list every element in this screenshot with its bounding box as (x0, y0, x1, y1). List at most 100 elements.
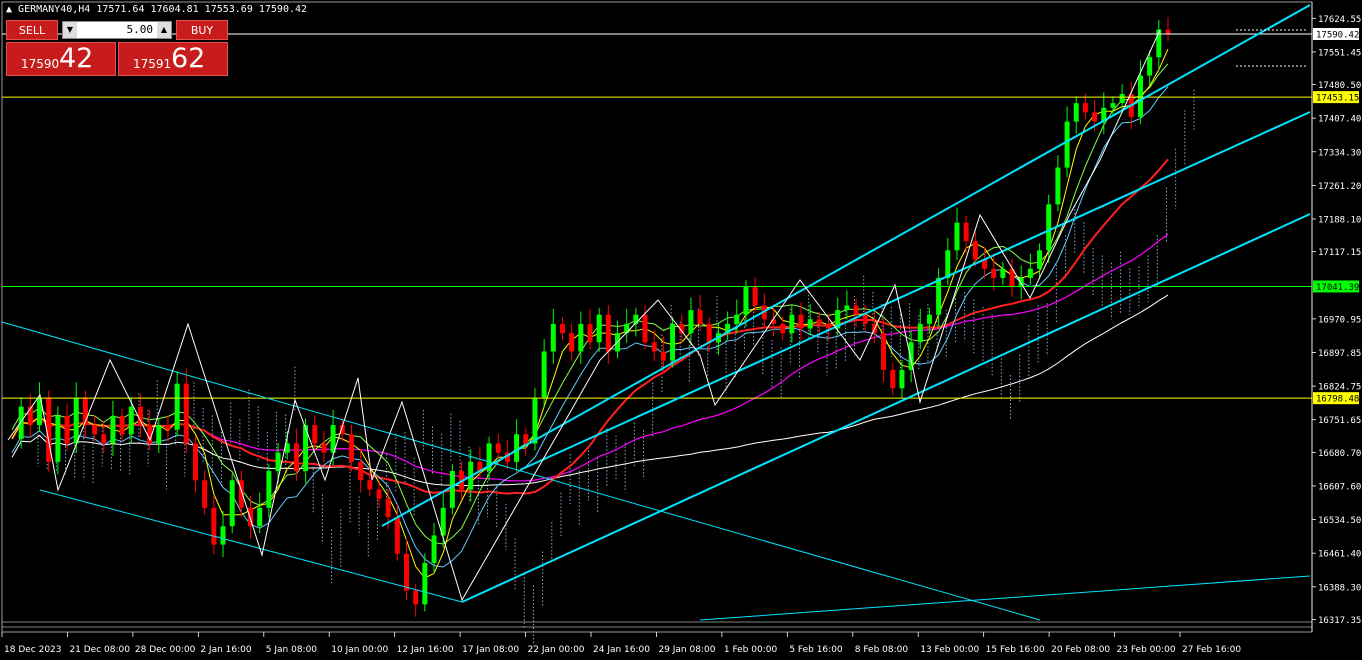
buy-price-small: 17591 (133, 57, 172, 71)
candle-body (220, 526, 226, 545)
candle-body (73, 397, 79, 444)
candle-body (1092, 112, 1098, 122)
candle-body (119, 415, 125, 435)
sell-button[interactable]: SELL (6, 20, 58, 40)
candle-body (807, 319, 813, 329)
x-tick-label: 2 Jan 16:00 (200, 645, 252, 655)
y-tick-label: 16607.60 (1318, 482, 1361, 492)
candle-body (752, 287, 758, 306)
buy-button[interactable]: BUY (176, 20, 228, 40)
candle-body (697, 310, 703, 324)
x-tick-label: 18 Dec 2023 (4, 645, 62, 655)
candle-body (587, 323, 593, 343)
price-chart[interactable]: 17590.42 17453.15 17041.39 16798.48 17624.55… (0, 0, 1362, 660)
candle-body (348, 434, 354, 462)
candle-body (275, 452, 281, 472)
y-tick-label: 16824.75 (1318, 383, 1361, 393)
candle-body (862, 314, 868, 324)
sell-price-big: 42 (59, 43, 94, 74)
channel-mid-line (519, 111, 1311, 471)
candle-body (156, 425, 162, 444)
candle-body (495, 443, 501, 453)
x-tick-label: 22 Jan 00:00 (528, 645, 585, 655)
candle-body (18, 406, 24, 439)
candle-body (266, 471, 272, 508)
candle-body (183, 383, 189, 444)
one-click-trading-panel: SELL ▼ 5.00 ▲ BUY 17590 42 17591 62 (6, 20, 230, 76)
time-axis: 18 Dec 2023 21 Dec 08:00 28 Dec 00:00 2 Jan… (1, 632, 1241, 655)
y-tick-label: 17624.55 (1318, 15, 1361, 25)
candle-body (853, 305, 859, 315)
candle-body (1137, 75, 1143, 117)
price-axis: 17590.42 17453.15 17041.39 16798.48 17624.55… (1311, 2, 1361, 632)
x-tick-label: 29 Jan 08:00 (658, 645, 715, 655)
candle-body (367, 480, 373, 490)
bollinger-upper-line (11, 63, 1169, 545)
candle-body (1110, 103, 1116, 108)
y-tick-label: 16388.30 (1318, 583, 1361, 593)
sell-price-button[interactable]: 17590 42 (6, 42, 116, 76)
candle-body (358, 461, 364, 481)
candle-body (743, 287, 749, 315)
chart-title: ▲ GERMANY40,H4 17571.64 17604.81 17553.6… (6, 4, 308, 15)
plot-frame (1, 1, 1313, 633)
candle-body (413, 590, 419, 605)
candle-body (404, 553, 410, 591)
level-label: 17041.39 (1316, 283, 1359, 293)
candle-body (798, 314, 804, 329)
candle-body (1119, 93, 1125, 104)
sell-price-small: 17590 (21, 57, 60, 71)
candle-body (899, 369, 905, 389)
candle-body (559, 323, 565, 334)
buy-price-button[interactable]: 17591 62 (118, 42, 228, 76)
x-tick-label: 12 Jan 16:00 (397, 645, 454, 655)
candle-body (1027, 268, 1033, 278)
candle-body (229, 480, 235, 527)
level-label: 17590.42 (1316, 30, 1359, 40)
candle-body (651, 342, 657, 352)
y-tick-label: 17551.45 (1318, 48, 1361, 58)
candle-body (972, 241, 978, 260)
lot-decrease-icon[interactable]: ▼ (63, 22, 77, 38)
lot-increase-icon[interactable]: ▲ (157, 22, 171, 38)
lot-value[interactable]: 5.00 (127, 23, 154, 36)
x-tick-label: 13 Feb 00:00 (920, 645, 979, 655)
candle-body (816, 319, 822, 324)
candle-body (92, 425, 98, 435)
candle-body (165, 425, 171, 430)
candle-body (1147, 57, 1153, 76)
x-tick-label: 24 Jan 16:00 (593, 645, 650, 655)
candle-body (174, 383, 180, 430)
candle-body (1082, 103, 1088, 113)
candle-body (192, 443, 198, 481)
candle-body (596, 314, 602, 343)
candle-body (1055, 167, 1061, 205)
candle-body (431, 535, 437, 564)
candle-body (128, 406, 134, 435)
symbol-ohlc-text: GERMANY40,H4 17571.64 17604.81 17553.69 … (18, 4, 308, 15)
y-tick-label: 17334.30 (1318, 148, 1361, 158)
y-tick-label: 16680.70 (1318, 449, 1361, 459)
x-tick-label: 17 Jan 08:00 (462, 645, 519, 655)
candle-body (734, 314, 740, 324)
candle-body (844, 305, 850, 311)
candle-body (1064, 121, 1070, 168)
x-tick-label: 5 Feb 16:00 (789, 645, 843, 655)
channel-upper-line (381, 4, 1311, 527)
lot-size-input[interactable]: ▼ 5.00 ▲ (62, 21, 172, 39)
chart-plot-area (1, 1, 1313, 646)
candle-body (321, 443, 327, 453)
candle-body (660, 351, 666, 361)
x-tick-label: 23 Feb 00:00 (1117, 645, 1176, 655)
candle-body (449, 471, 455, 508)
y-tick-label: 16461.40 (1318, 550, 1361, 560)
candle-body (605, 314, 611, 352)
x-tick-label: 21 Dec 08:00 (69, 645, 130, 655)
buy-price-big: 62 (171, 43, 206, 74)
candle-body (569, 333, 575, 352)
candle-body (780, 323, 786, 334)
level-label: 16798.48 (1316, 395, 1359, 405)
candle-body (1000, 268, 1006, 278)
candle-body (789, 314, 795, 334)
candle-body (541, 351, 547, 398)
